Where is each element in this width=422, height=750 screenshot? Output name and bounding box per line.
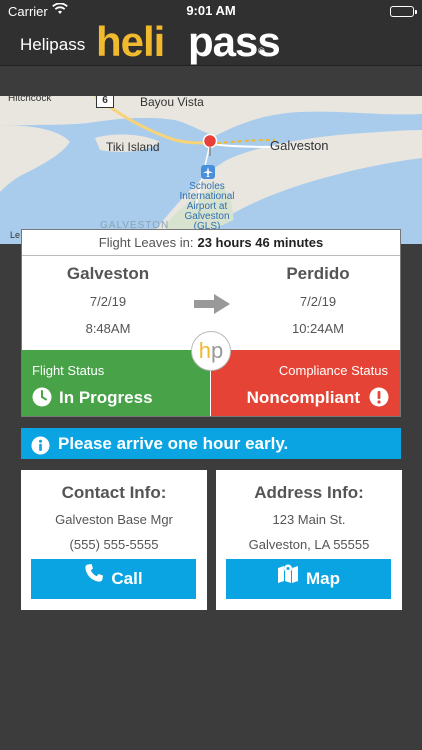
contact-info-box: Contact Info: Galveston Base Mgr (555) 5…	[21, 470, 207, 610]
compliance-status-panel[interactable]: Compliance Status Noncompliant	[211, 350, 400, 416]
leaves-label: Flight Leaves in:	[98, 235, 194, 250]
arrival-notice: Please arrive one hour early.	[21, 428, 401, 459]
battery-icon	[390, 6, 417, 17]
arrival-time: 10:24AM	[291, 321, 345, 336]
map-label-hitchcock: Hitchcock	[8, 96, 52, 104]
clock-time: 9:01 AM	[186, 3, 236, 18]
departure-city: Galveston	[66, 264, 150, 283]
exclamation-circle-icon	[369, 387, 389, 412]
map-icon	[277, 558, 299, 598]
address-title: Address Info:	[254, 483, 364, 502]
address-city: Galveston, LA 55555	[248, 537, 370, 552]
route-shield-number: 6	[102, 96, 108, 106]
compliance-status-label: Compliance Status	[278, 363, 388, 378]
map-label-bayou-vista: Bayou Vista	[140, 96, 204, 109]
flight-status-panel[interactable]: Flight Status In Progress	[22, 350, 211, 416]
info-circle-icon	[31, 434, 50, 465]
nav-title: Helipass	[20, 35, 86, 54]
map-button-label: Map	[306, 569, 340, 588]
clock-icon	[32, 387, 52, 412]
map-label-tiki-island: Tiki Island	[106, 140, 160, 154]
call-button[interactable]: Call	[31, 559, 196, 599]
flight-status-label: Flight Status	[32, 363, 105, 378]
arrival-date: 7/2/19	[299, 294, 337, 309]
address-street: 123 Main St.	[272, 512, 346, 527]
call-button-label: Call	[111, 569, 143, 588]
departure-time: 8:48AM	[85, 321, 131, 336]
departure-date: 7/2/19	[89, 294, 127, 309]
departure-info: Galveston 7/2/19 8:48AM	[28, 264, 188, 336]
map-legal-link[interactable]: Le	[10, 230, 20, 240]
helipass-badge: hp	[191, 331, 231, 371]
address-info-box: Address Info: 123 Main St. Galveston, LA…	[216, 470, 402, 610]
map-label-galveston: Galveston	[270, 138, 329, 153]
flight-status-value: In Progress	[59, 388, 153, 407]
leaves-value: 23 hours 46 minutes	[197, 235, 324, 250]
arrival-info: Perdido 7/2/19 10:24AM	[238, 264, 398, 336]
contact-title: Contact Info:	[61, 483, 167, 502]
compliance-status-value: Noncompliant	[246, 388, 360, 407]
logo-pass-text: pass	[188, 18, 281, 65]
arrival-city: Perdido	[286, 264, 350, 283]
notice-text: Please arrive one hour early.	[58, 434, 289, 453]
flight-leaves-countdown: Flight Leaves in: 23 hours 46 minutes	[22, 230, 400, 256]
route-shield-icon: 6	[96, 96, 114, 108]
contact-phone: (555) 555-5555	[69, 537, 159, 552]
registered-mark: ®	[258, 46, 265, 56]
phone-icon	[84, 558, 104, 598]
flight-card: Flight Leaves in: 23 hours 46 minutes Gal…	[21, 229, 401, 417]
right-arrow-icon	[194, 294, 230, 319]
map-button[interactable]: Map	[226, 559, 391, 599]
nav-bar: Helipass heli pass ®	[0, 18, 422, 66]
logo-heli-text: heli	[96, 18, 165, 65]
route-map[interactable]: Hitchcock 6 Bayou Vista Tiki Island Galv…	[0, 96, 422, 244]
contact-name: Galveston Base Mgr	[55, 512, 173, 527]
map-label-airport: Scholes International Airport at Galvest…	[179, 181, 235, 232]
